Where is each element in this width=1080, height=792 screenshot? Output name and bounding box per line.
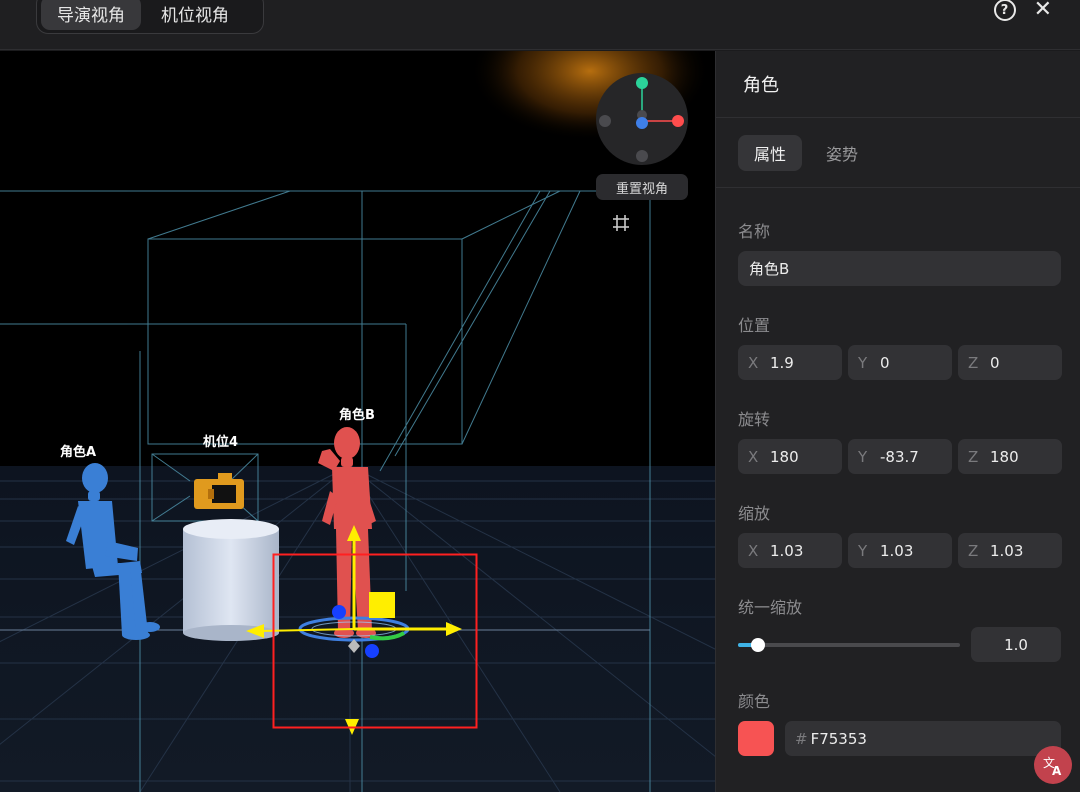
close-icon[interactable]: ✕ — [1034, 0, 1052, 21]
uniform-scale-input[interactable]: 1.0 — [971, 627, 1061, 662]
axis-label: X — [748, 447, 759, 466]
translate-icon: 文 A — [1043, 755, 1062, 777]
top-actions: ? ✕ — [993, 0, 1052, 21]
axis-z-icon[interactable] — [636, 117, 648, 129]
scale-z-input[interactable]: Z 1.03 — [958, 533, 1062, 568]
rotation-label: 旋转 — [738, 410, 771, 429]
panel-title: 角色 — [743, 75, 779, 96]
svg-text:A: A — [1052, 764, 1062, 777]
view-mode-switch: 导演视角 机位视角 — [36, 0, 264, 34]
orientation-gizmo[interactable] — [596, 73, 688, 165]
position-y-input[interactable]: Y0 — [848, 345, 952, 380]
rotation-x-input[interactable]: X 180 — [738, 439, 842, 474]
scale-x-value: 1.03 — [770, 541, 804, 560]
scale-y-value: 1.03 — [880, 541, 914, 560]
scene-viewport[interactable]: 角色A 机位4 角色B 重置视角 — [0, 51, 715, 792]
hex-value: F75353 — [810, 729, 867, 748]
uniform-scale-slider[interactable] — [738, 629, 960, 659]
axis-label: Y — [858, 353, 868, 372]
name-input[interactable]: 角色B — [738, 251, 1061, 286]
scale-x-input[interactable]: X 1.03 — [738, 533, 842, 568]
position-x-input[interactable]: X 1.9 — [738, 345, 842, 380]
axis-label: Z — [968, 447, 979, 466]
position-label: 位置 — [738, 316, 771, 335]
tab-camera-view[interactable]: 机位视角 — [145, 0, 245, 30]
label-camera-4: 机位4 — [203, 435, 239, 450]
position-z-input[interactable]: Z0 — [958, 345, 1062, 380]
panel-divider — [716, 117, 1080, 118]
translate-button[interactable]: 文 A — [1034, 746, 1072, 784]
color-swatch[interactable] — [738, 721, 774, 756]
top-bar: 导演视角 机位视角 ? ✕ — [0, 0, 1080, 50]
axis-label: Y — [858, 447, 868, 466]
scale-label: 缩放 — [738, 504, 771, 523]
axis-neg-x-icon[interactable] — [599, 115, 611, 127]
cylinder-prop[interactable] — [183, 519, 279, 641]
axis-x-icon[interactable] — [672, 115, 684, 127]
help-icon[interactable]: ? — [993, 0, 1016, 21]
name-label: 名称 — [738, 222, 771, 241]
uniform-scale-label: 统一缩放 — [738, 598, 803, 617]
scale-fields: X 1.03 Y 1.03 Z 1.03 — [738, 533, 1062, 568]
slider-thumb[interactable] — [750, 638, 765, 652]
axis-label: Z — [968, 541, 979, 560]
reset-view-button[interactable]: 重置视角 — [596, 174, 688, 200]
tabs-divider — [716, 187, 1080, 188]
grid-icon[interactable] — [611, 213, 631, 233]
properties-panel: 角色 属性 姿势 名称 角色B 位置 X 1.9 Y0 Z0 旋转 X 180 Y-… — [715, 51, 1080, 792]
rotation-x-value: 180 — [770, 447, 799, 466]
axis-neg-y-icon[interactable] — [636, 150, 648, 162]
color-label: 颜色 — [738, 692, 771, 711]
scale-z-value: 1.03 — [990, 541, 1024, 560]
scale-y-input[interactable]: Y 1.03 — [848, 533, 952, 568]
rotation-fields: X 180 Y -83.7 Z 180 — [738, 439, 1062, 474]
color-hex-input[interactable]: # F75353 — [785, 721, 1061, 756]
panel-tabs: 属性 姿势 — [738, 135, 874, 171]
tab-director-view[interactable]: 导演视角 — [41, 0, 141, 30]
rotation-y-input[interactable]: Y -83.7 — [848, 439, 952, 474]
axis-y-icon[interactable] — [636, 77, 648, 89]
label-character-a: 角色A — [60, 445, 97, 460]
hex-prefix: # — [795, 729, 808, 748]
rotation-z-input[interactable]: Z 180 — [958, 439, 1062, 474]
tab-properties[interactable]: 属性 — [738, 135, 803, 171]
axis-label: Y — [858, 541, 868, 560]
position-fields: X 1.9 Y0 Z0 — [738, 345, 1062, 380]
rotation-z-value: 180 — [990, 447, 1019, 466]
tab-pose[interactable]: 姿势 — [810, 135, 874, 171]
axis-label: X — [748, 353, 759, 372]
slider-track[interactable] — [738, 643, 960, 647]
axis-label: Z — [968, 353, 979, 372]
position-z-value: 0 — [990, 353, 1000, 372]
rotation-y-value: -83.7 — [880, 447, 919, 466]
position-x-value: 1.9 — [770, 353, 794, 372]
position-y-value: 0 — [880, 353, 890, 372]
label-character-b: 角色B — [339, 408, 375, 423]
axis-label: X — [748, 541, 759, 560]
